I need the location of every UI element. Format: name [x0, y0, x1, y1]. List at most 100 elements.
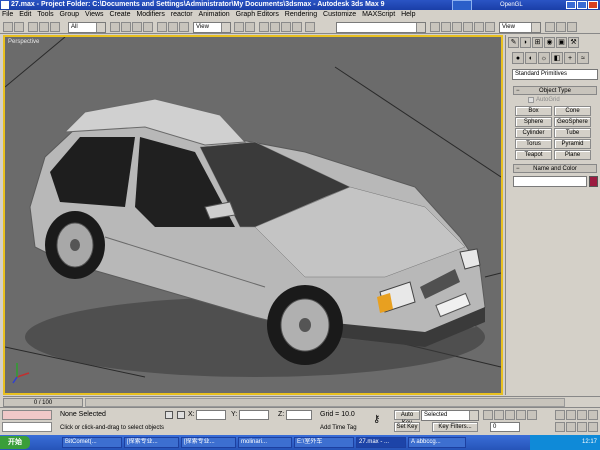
render-last-icon[interactable]	[567, 22, 577, 32]
mirror-icon[interactable]	[430, 22, 440, 32]
zoom-icon[interactable]	[555, 410, 565, 420]
rectangular-selection-icon[interactable]	[132, 22, 142, 32]
select-object-icon[interactable]	[110, 22, 120, 32]
track-bar[interactable]	[85, 398, 565, 407]
teapot-button[interactable]: Teapot	[515, 150, 552, 160]
rotate-icon[interactable]	[168, 22, 178, 32]
align-icon[interactable]	[441, 22, 451, 32]
curve-editor-icon[interactable]	[463, 22, 473, 32]
key-filters-button[interactable]: Key Filters...	[432, 422, 478, 432]
menu-animation[interactable]: Animation	[197, 10, 232, 20]
menu-maxscript[interactable]: MAXScript	[360, 10, 397, 20]
menu-tools[interactable]: Tools	[35, 10, 55, 20]
taskbar-item[interactable]: E:\室外车	[294, 437, 354, 448]
display-tab-icon[interactable]: ▣	[556, 37, 567, 48]
scale-icon[interactable]	[179, 22, 189, 32]
category-dropdown[interactable]: Standard Primitives	[512, 69, 598, 80]
key-icon[interactable]: ⚷	[373, 414, 389, 426]
layer-manager-icon[interactable]	[452, 22, 462, 32]
go-to-start-icon[interactable]	[483, 410, 493, 420]
close-button[interactable]	[588, 1, 598, 9]
object-type-rollout[interactable]: − Object Type	[513, 86, 597, 95]
edit-named-selection-icon[interactable]	[305, 22, 315, 32]
next-frame-icon[interactable]	[516, 410, 526, 420]
menu-customize[interactable]: Customize	[321, 10, 358, 20]
modify-tab-icon[interactable]: ◗	[520, 37, 531, 48]
time-slider[interactable]: 0 / 100	[3, 398, 83, 407]
menu-views[interactable]: Views	[83, 10, 106, 20]
spinner-snap-icon[interactable]	[292, 22, 302, 32]
lock-selection-icon[interactable]	[165, 411, 173, 419]
perspective-viewport[interactable]: Perspective	[3, 35, 503, 395]
plane-button[interactable]: Plane	[554, 150, 591, 160]
percent-snap-icon[interactable]	[281, 22, 291, 32]
quick-render-icon[interactable]	[545, 22, 555, 32]
tube-button[interactable]: Tube	[554, 128, 591, 138]
utilities-tab-icon[interactable]: ⚒	[568, 37, 579, 48]
selection-filter-dropdown[interactable]: All	[68, 22, 106, 33]
taskbar-item-active[interactable]: 27.max - ...	[356, 437, 406, 448]
menu-rendering[interactable]: Rendering	[283, 10, 319, 20]
menu-graph-editors[interactable]: Graph Editors	[234, 10, 281, 20]
angle-snap-icon[interactable]	[270, 22, 280, 32]
render-scene-icon[interactable]	[556, 22, 566, 32]
geosphere-button[interactable]: GeoSphere	[554, 117, 591, 127]
maximize-button[interactable]	[577, 1, 587, 9]
snaps-toggle-icon[interactable]	[259, 22, 269, 32]
menu-modifiers[interactable]: Modifiers	[134, 10, 166, 20]
move-icon[interactable]	[157, 22, 167, 32]
zoom-extents-icon[interactable]	[577, 410, 587, 420]
minimize-button[interactable]	[566, 1, 576, 9]
current-frame-field[interactable]: 0	[490, 422, 520, 432]
named-selection-dropdown[interactable]	[336, 22, 426, 33]
material-editor-icon[interactable]	[485, 22, 495, 32]
box-button[interactable]: Box	[515, 106, 552, 116]
cylinder-button[interactable]: Cylinder	[515, 128, 552, 138]
pan-icon[interactable]	[566, 422, 576, 432]
manipulate-icon[interactable]	[245, 22, 255, 32]
cameras-icon[interactable]: ◧	[551, 52, 563, 64]
reference-coord-dropdown[interactable]: View	[193, 22, 231, 33]
x-coord-field[interactable]	[196, 410, 226, 420]
menu-help[interactable]: Help	[399, 10, 417, 20]
select-by-name-icon[interactable]	[121, 22, 131, 32]
menu-edit[interactable]: Edit	[17, 10, 33, 20]
render-view-dropdown[interactable]: View	[499, 22, 541, 33]
bind-space-warp-icon[interactable]	[50, 22, 60, 32]
add-time-tag[interactable]: Add Time Tag	[320, 423, 357, 433]
menu-reactor[interactable]: reactor	[169, 10, 195, 20]
maxscript-listener-mini[interactable]	[2, 410, 52, 420]
y-coord-field[interactable]	[239, 410, 269, 420]
create-tab-icon[interactable]: ✎	[508, 37, 519, 48]
taskbar-item[interactable]: molinari...	[238, 437, 292, 448]
space-warps-icon[interactable]: ≈	[577, 52, 589, 64]
shapes-icon[interactable]: ◐	[525, 52, 537, 64]
start-button[interactable]: 开始	[0, 436, 30, 449]
autogrid-checkbox[interactable]	[528, 97, 534, 103]
object-color-swatch[interactable]	[589, 176, 598, 187]
lights-icon[interactable]: ☼	[538, 52, 550, 64]
undo-icon[interactable]	[3, 22, 13, 32]
arc-rotate-icon[interactable]	[577, 422, 587, 432]
hierarchy-tab-icon[interactable]: ⊞	[532, 37, 543, 48]
torus-button[interactable]: Torus	[515, 139, 552, 149]
go-to-end-icon[interactable]	[527, 410, 537, 420]
menu-group[interactable]: Group	[58, 10, 81, 20]
motion-tab-icon[interactable]: ◉	[544, 37, 555, 48]
zoom-all-icon[interactable]	[566, 410, 576, 420]
taskbar-item[interactable]: [探索专业...	[124, 437, 179, 448]
sphere-button[interactable]: Sphere	[515, 117, 552, 127]
absolute-mode-icon[interactable]	[177, 411, 185, 419]
taskbar-item[interactable]: [探索专业...	[181, 437, 236, 448]
auto-key-button[interactable]: Auto Key	[394, 410, 420, 426]
z-coord-field[interactable]	[286, 410, 312, 420]
schematic-view-icon[interactable]	[474, 22, 484, 32]
unlink-icon[interactable]	[39, 22, 49, 32]
taskbar-item[interactable]: BitComet(...	[62, 437, 122, 448]
pivot-center-icon[interactable]	[234, 22, 244, 32]
field-of-view-icon[interactable]	[555, 422, 565, 432]
window-crossing-icon[interactable]	[143, 22, 153, 32]
geometry-icon[interactable]: ●	[512, 52, 524, 64]
play-icon[interactable]	[505, 410, 515, 420]
taskbar-item[interactable]: A abbccg...	[408, 437, 466, 448]
